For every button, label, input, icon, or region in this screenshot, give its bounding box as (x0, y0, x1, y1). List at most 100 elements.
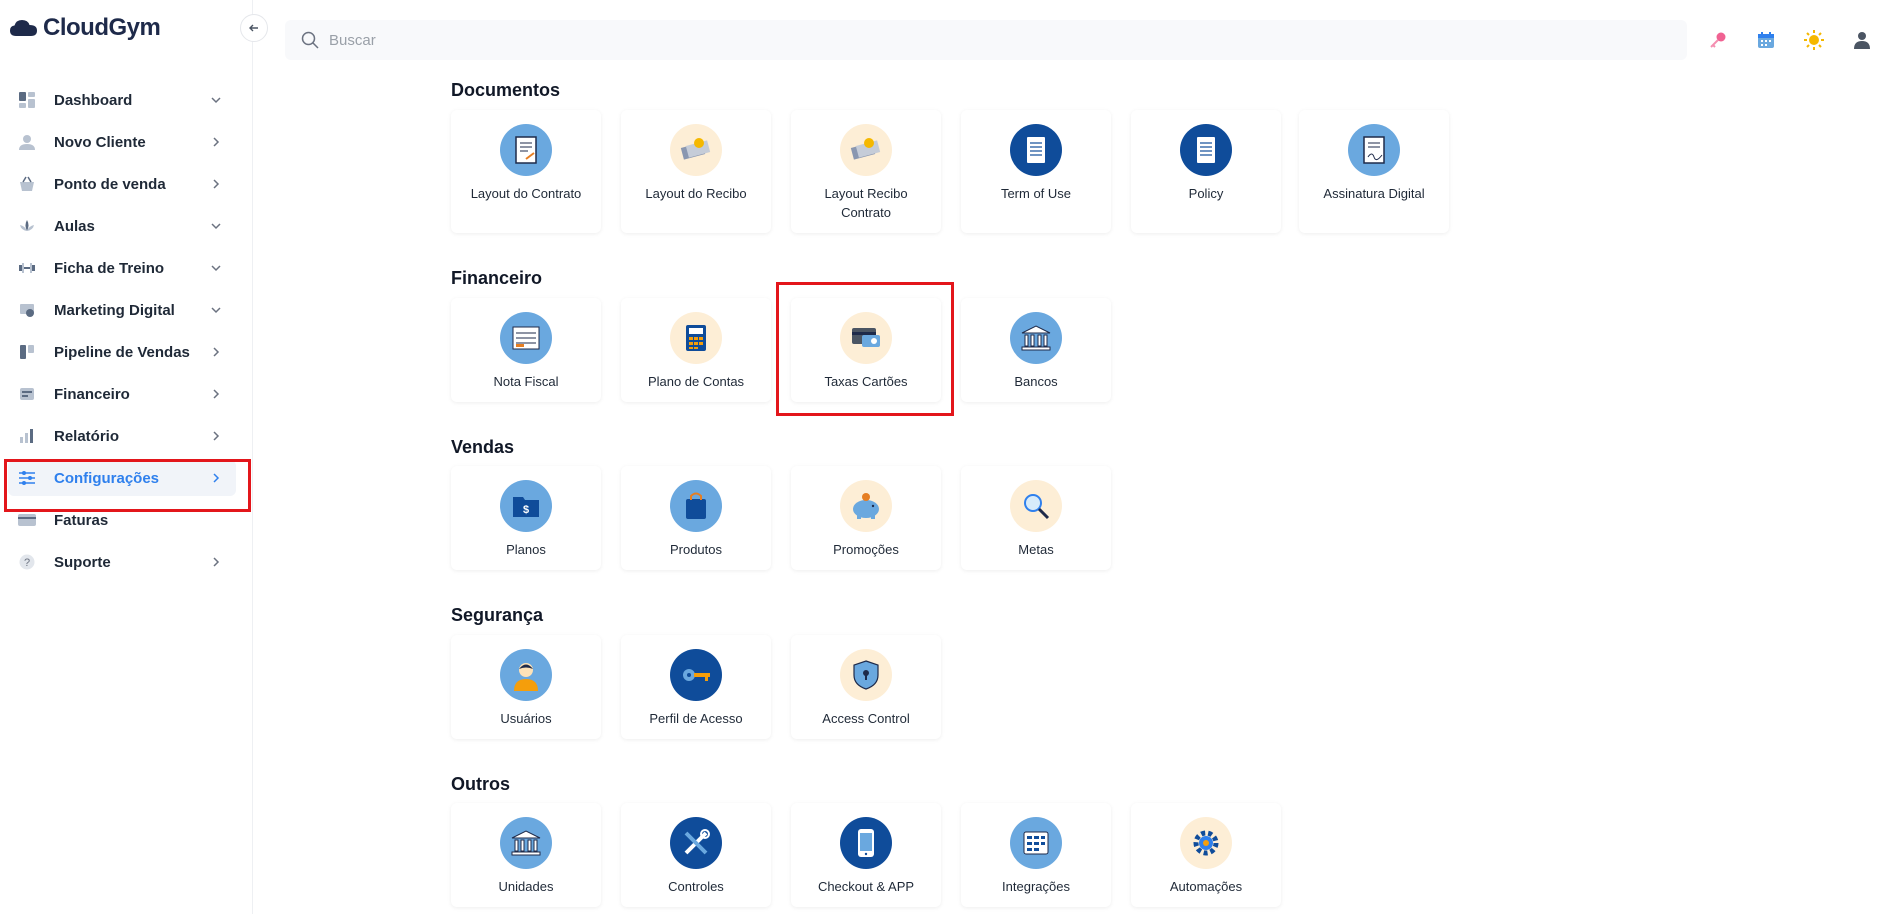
chevron-down-icon (208, 260, 224, 276)
receipt-icon (670, 124, 722, 176)
receipt-contract-icon (840, 124, 892, 176)
card-plano-de-contas[interactable]: Plano de Contas (621, 298, 771, 402)
search-input[interactable] (329, 31, 929, 49)
card-label: Nota Fiscal (493, 374, 559, 389)
chevron-right-icon (208, 554, 224, 570)
chevron-down-icon (208, 92, 224, 108)
sun-icon[interactable] (1802, 28, 1826, 52)
sidebar-item-label: Configurações (54, 469, 160, 487)
sidebar-item-financeiro[interactable]: Financeiro (8, 376, 236, 412)
chevron-right-icon (208, 134, 224, 150)
card-assinatura-digital[interactable]: Assinatura Digital (1299, 110, 1449, 233)
sidebar-item-label: Ficha de Treino (54, 259, 165, 277)
card-label: Assinatura Digital (1323, 186, 1425, 201)
card-label: Layout Recibo Contrato (824, 186, 908, 220)
chevron-right-icon (208, 470, 224, 486)
calendar-icon[interactable] (1754, 28, 1778, 52)
sidebar-item-label: Dashboard (54, 91, 133, 109)
card-label: Planos (506, 542, 546, 557)
sidebar-item-configuracoes[interactable]: Configurações (8, 460, 236, 496)
card-metas[interactable]: Metas (961, 466, 1111, 570)
card-integracoes[interactable]: Integrações (961, 803, 1111, 907)
card-unidades[interactable]: Unidades (451, 803, 601, 907)
card-promocoes[interactable]: Promoções (791, 466, 941, 570)
folder-money-icon: $ (500, 480, 552, 532)
sidebar-item-aulas[interactable]: Aulas (8, 208, 236, 244)
sidebar-item-label: Marketing Digital (54, 301, 175, 319)
sidebar-item-relatorio[interactable]: Relatório (8, 418, 236, 454)
card-usuarios[interactable]: Usuários (451, 635, 601, 739)
sidebar-item-ficha-de-treino[interactable]: Ficha de Treino (8, 250, 236, 286)
card-checkout-app[interactable]: Checkout & APP (791, 803, 941, 907)
sidebar-item-marketing-digital[interactable]: Marketing Digital (8, 292, 236, 328)
section-title-seguranca: Segurança (451, 605, 544, 625)
card-access-control[interactable]: Access Control (791, 635, 941, 739)
sidebar-item-label: Relatório (54, 427, 120, 445)
card-label: Metas (1018, 542, 1054, 557)
cloud-icon (10, 20, 37, 36)
smartphone-icon (840, 817, 892, 869)
card-perfil-de-acesso[interactable]: Perfil de Acesso (621, 635, 771, 739)
search-bar[interactable] (285, 20, 1687, 60)
finance-icon (18, 385, 36, 403)
dashboard-icon (18, 91, 36, 109)
arrow-left-icon (249, 24, 258, 32)
card-automacoes[interactable]: Automações (1131, 803, 1281, 907)
sidebar-item-ponto-de-venda[interactable]: Ponto de venda (8, 166, 236, 202)
sidebar-item-suporte[interactable]: ? Suporte (8, 544, 236, 580)
card-term-of-use[interactable]: Term of Use (961, 110, 1111, 233)
app-logo[interactable]: CloudGym (9, 14, 161, 42)
shield-lock-icon (840, 649, 892, 701)
chevron-right-icon (208, 428, 224, 444)
sidebar-item-novo-cliente[interactable]: Novo Cliente (8, 124, 236, 160)
integration-icon (1010, 817, 1062, 869)
card-label: Term of Use (1000, 186, 1072, 201)
card-layout-do-recibo[interactable]: Layout do Recibo (621, 110, 771, 233)
card-planos[interactable]: $ Planos (451, 466, 601, 570)
card-controles[interactable]: Controles (621, 803, 771, 907)
user-profile-icon[interactable] (1850, 28, 1874, 52)
card-label: Checkout & APP (817, 879, 915, 894)
sidebar-item-dashboard[interactable]: Dashboard (8, 82, 236, 118)
sidebar: CloudGym Dashboard Novo Cliente Ponto de… (0, 0, 253, 914)
card-label: Usuários (500, 711, 552, 726)
key-icon[interactable] (1706, 28, 1730, 52)
digital-signature-icon (1348, 124, 1400, 176)
tools-icon (670, 817, 722, 869)
sidebar-item-label: Ponto de venda (54, 175, 166, 193)
bar-chart-icon (18, 427, 36, 445)
shopping-bag-icon (670, 480, 722, 532)
sidebar-item-pipeline-de-vendas[interactable]: Pipeline de Vendas (8, 334, 236, 370)
gear-icon (1180, 817, 1232, 869)
credit-card-icon (18, 511, 36, 529)
card-bancos[interactable]: Bancos (961, 298, 1111, 402)
section-title-outros: Outros (451, 774, 511, 794)
dumbbell-icon (18, 259, 36, 277)
megaphone-icon (18, 301, 36, 319)
basket-icon (18, 175, 36, 193)
policy-document-icon (1180, 124, 1232, 176)
card-layout-do-contrato[interactable]: Layout do Contrato (451, 110, 601, 233)
section-title-financeiro: Financeiro (451, 268, 543, 288)
svg-text:$: $ (523, 504, 529, 516)
card-label: Access Control (822, 711, 910, 726)
card-machine-icon (840, 312, 892, 364)
card-taxas-cartoes[interactable]: Taxas Cartões (791, 298, 941, 402)
sidebar-item-faturas[interactable]: Faturas (8, 502, 236, 538)
building-icon (500, 817, 552, 869)
collapse-sidebar-button[interactable] (240, 14, 268, 42)
svg-text:?: ? (24, 557, 30, 569)
user-icon (18, 133, 36, 151)
card-layout-recibo-contrato[interactable]: Layout Recibo Contrato (791, 110, 941, 233)
card-label: Policy (1188, 186, 1224, 201)
card-label: Produtos (669, 542, 723, 557)
card-nota-fiscal[interactable]: Nota Fiscal (451, 298, 601, 402)
chevron-right-icon (208, 344, 224, 360)
sidebar-item-label: Faturas (54, 511, 109, 529)
chevron-down-icon (208, 302, 224, 318)
card-label: Automações (1169, 879, 1243, 894)
card-policy[interactable]: Policy (1131, 110, 1281, 233)
card-produtos[interactable]: Produtos (621, 466, 771, 570)
sidebar-item-label: Novo Cliente (54, 133, 146, 151)
sidebar-nav: Dashboard Novo Cliente Ponto de venda Au… (8, 82, 236, 586)
